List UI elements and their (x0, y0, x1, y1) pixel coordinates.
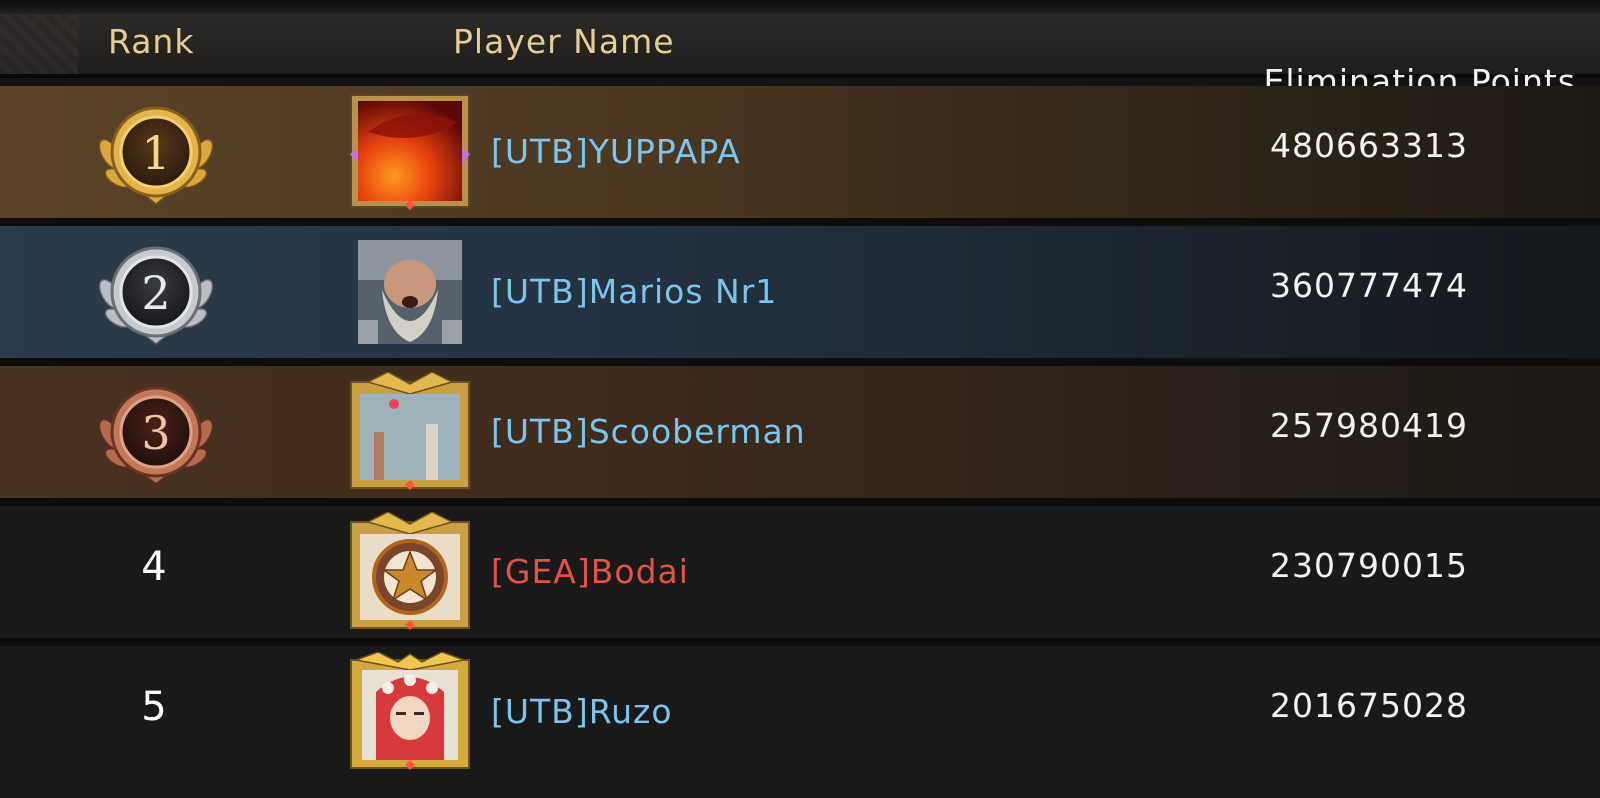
medal-rank-number: 3 (141, 406, 170, 460)
elimination-points-value: 480663313 (1270, 126, 1468, 165)
elimination-points-value: 230790015 (1270, 546, 1468, 585)
top-border (0, 0, 1600, 14)
leaderboard-header: Rank Player Name Elimination Points (0, 14, 1600, 101)
red-hooded-character-avatar[interactable] (348, 652, 472, 770)
leaderboard-row[interactable]: 3 [UTB]Scooberman 257980419 (0, 366, 1600, 498)
row-divider (0, 638, 1600, 646)
player-name-column-header[interactable]: Player Name (453, 14, 675, 74)
player-name[interactable]: [GEA]Bodai (491, 552, 689, 591)
player-name[interactable]: [UTB]YUPPAPA (491, 132, 741, 171)
row-divider (0, 358, 1600, 366)
leaderboard-row[interactable]: 1 [UTB]YUPPAPA 480663313 (0, 86, 1600, 218)
medal-rank-number: 1 (141, 126, 170, 180)
leaderboard-row[interactable]: 4 [GEA]Bodai 230790015 (0, 506, 1600, 638)
bearded-warrior-avatar[interactable] (348, 232, 472, 350)
fire-portrait-avatar[interactable] (348, 92, 472, 210)
row-divider (0, 218, 1600, 226)
rank-number: 5 (141, 684, 167, 730)
bronze-medal-icon: 3 (98, 386, 214, 485)
raised-hands-avatar[interactable] (348, 372, 472, 490)
rank-number: 4 (141, 544, 167, 590)
row-divider (0, 498, 1600, 506)
header-corner-ornament (0, 14, 78, 74)
elimination-points-value: 201675028 (1270, 686, 1468, 725)
leaderboard-row[interactable]: 5 [UTB]Ruzo 201675028 (0, 646, 1600, 798)
medal-rank-number: 2 (141, 266, 170, 320)
elimination-points-value: 257980419 (1270, 406, 1468, 445)
player-name[interactable]: [UTB]Ruzo (491, 692, 673, 731)
player-name[interactable]: [UTB]Marios Nr1 (491, 272, 777, 311)
leaderboard-row[interactable]: 2 [UTB]Marios Nr1 360777474 (0, 226, 1600, 358)
rank-column-header[interactable]: Rank (108, 14, 194, 74)
player-name[interactable]: [UTB]Scooberman (491, 412, 806, 451)
silver-medal-icon: 2 (98, 246, 214, 345)
star-emblem-avatar[interactable] (348, 512, 472, 630)
gold-medal-icon: 1 (98, 106, 214, 205)
elimination-points-value: 360777474 (1270, 266, 1468, 305)
